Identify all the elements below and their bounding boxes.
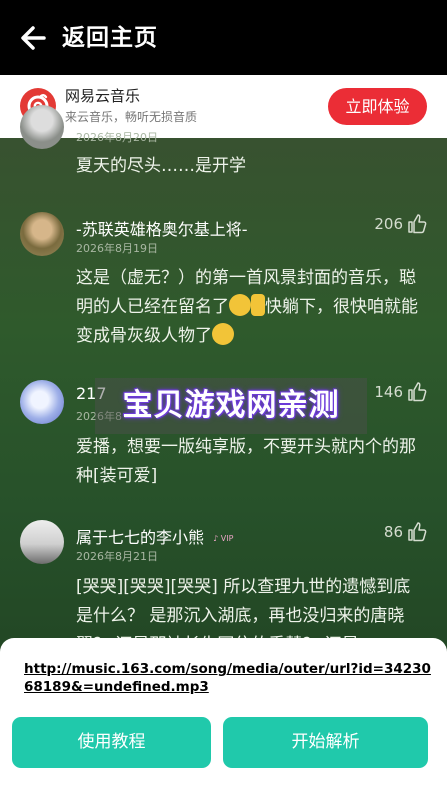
thumbs-up-icon	[408, 522, 427, 542]
app-promo-banner[interactable]: 网易云音乐 来云音乐，畅听无损音质 立即体验	[0, 75, 447, 138]
smiling-face-emoji-icon	[212, 323, 234, 345]
avatar[interactable]	[20, 212, 64, 256]
like-button[interactable]: 206	[374, 214, 427, 234]
comment-text: 爱播，想要一版纯享版，不要开头就内个的那种[装可爱]	[76, 437, 416, 486]
banner-app-name: 网易云音乐	[65, 87, 141, 105]
page-title[interactable]: 返回主页	[62, 20, 158, 56]
username-text: 属于七七的李小熊	[76, 528, 205, 547]
comment-date: 2026年8月19日	[76, 242, 158, 255]
avatar[interactable]	[20, 105, 64, 149]
back-arrow-icon[interactable]	[14, 20, 54, 56]
pointing-hand-emoji-icon	[251, 294, 265, 316]
watermark-text: 宝贝游戏网亲测	[95, 378, 367, 434]
comment-date: 2026年8月21日	[76, 550, 158, 563]
vip-badge-icon: ♪ VIP	[213, 534, 234, 543]
thumbs-up-icon	[408, 382, 427, 402]
avatar[interactable]	[20, 380, 64, 424]
comment-text: 夏天的尽头……是开学	[76, 156, 246, 176]
like-count: 206	[374, 215, 403, 233]
comment-username[interactable]: -苏联英雄格奥尔基上将-	[76, 216, 248, 240]
like-button[interactable]: 146	[374, 382, 427, 402]
comment-date: 2026年8月20日	[76, 131, 158, 144]
tutorial-button[interactable]: 使用教程	[12, 717, 211, 768]
song-url-link[interactable]: http://music.163.com/song/media/outer/ur…	[24, 660, 434, 696]
like-count: 86	[383, 523, 403, 541]
comment-text: 这是（虚无？）的第一首风景封面的音乐，聪明的人已经在留名了 快躺下，很快咱就能变成…	[76, 264, 426, 351]
avatar[interactable]	[20, 520, 64, 564]
comment-username[interactable]: 属于七七的李小熊 ♪ VIP	[76, 524, 233, 548]
nerd-face-emoji-icon	[229, 294, 251, 316]
like-count: 146	[374, 383, 403, 401]
top-bar: 返回主页	[0, 0, 447, 75]
like-button[interactable]: 86	[384, 522, 427, 542]
banner-tagline: 来云音乐，畅听无损音质	[65, 110, 198, 124]
start-parse-button[interactable]: 开始解析	[223, 717, 428, 768]
try-now-button[interactable]: 立即体验	[328, 88, 427, 125]
bottom-sheet: http://music.163.com/song/media/outer/ur…	[0, 638, 447, 795]
thumbs-up-icon	[408, 214, 427, 234]
